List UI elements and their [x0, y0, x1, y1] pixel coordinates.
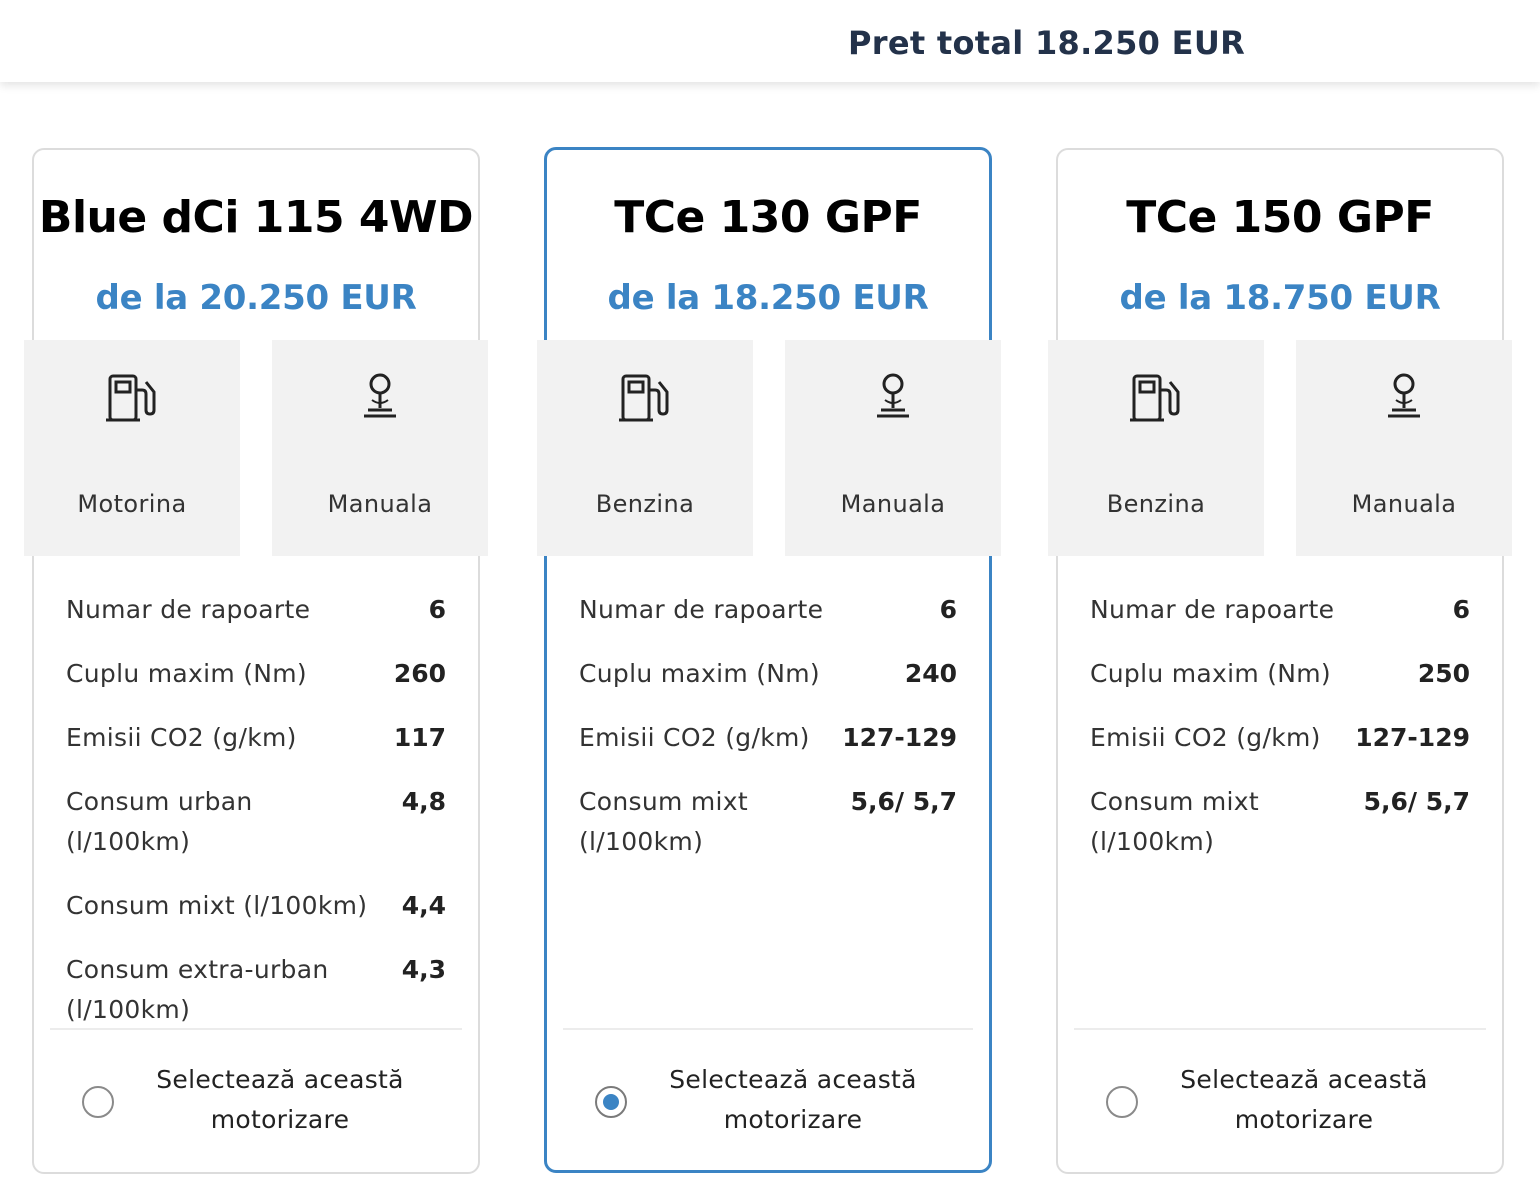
- spec-label: Numar de rapoarte: [1090, 595, 1335, 624]
- fuel-type-label: Motorina: [77, 490, 187, 518]
- spec-label: Emisii CO2 (g/km): [66, 723, 297, 752]
- spec-value: 4,4: [401, 891, 446, 920]
- spec-row: Numar de rapoarte 6: [579, 590, 957, 630]
- transmission-tile: Manuala: [272, 340, 488, 556]
- fuel-pump-icon: [619, 374, 669, 422]
- spec-row: Emisii CO2 (g/km) 117: [66, 718, 446, 758]
- divider: [563, 1028, 973, 1030]
- spec-row: Cuplu maxim (Nm) 260: [66, 654, 446, 694]
- spec-value: 260: [393, 659, 446, 688]
- spec-row: Emisii CO2 (g/km) 127-129: [579, 718, 957, 758]
- engine-title: TCe 150 GPF: [1126, 192, 1434, 243]
- spec-value: 5,6/ 5,7: [1363, 787, 1470, 816]
- transmission-tile: Manuala: [1296, 340, 1512, 556]
- spec-value: 4,3: [401, 955, 446, 984]
- fuel-type-label: Benzina: [595, 490, 695, 518]
- select-label[interactable]: Selectează această motorizare: [657, 1060, 929, 1140]
- fuel-pump-icon: [106, 374, 156, 422]
- spec-value: 127-129: [842, 723, 957, 752]
- spec-value: 6: [1452, 595, 1470, 624]
- spec-label: Consum mixt (l/100km): [1090, 787, 1259, 856]
- select-label[interactable]: Selectează această motorizare: [1168, 1060, 1440, 1140]
- spec-label: Cuplu maxim (Nm): [579, 659, 820, 688]
- gear-stick-icon: [877, 373, 909, 418]
- spec-label: Consum urban (l/100km): [66, 787, 253, 856]
- spec-value: 4,8: [401, 787, 446, 816]
- spec-row: Consum mixt (l/100km) 5,6/ 5,7: [1090, 782, 1470, 862]
- spec-row: Consum mixt (l/100km) 5,6/ 5,7: [579, 782, 957, 862]
- total-price: Pret total 18.250 EUR: [848, 24, 1246, 62]
- engine-title: TCe 130 GPF: [614, 192, 922, 243]
- spec-value: 117: [393, 723, 446, 752]
- spec-label: Consum mixt (l/100km): [66, 891, 368, 920]
- engine-price: de la 18.250 EUR: [607, 278, 929, 318]
- engine-card-3[interactable]: TCe 150 GPF de la 18.750 EUR Benzina Man…: [1048, 148, 1512, 1174]
- spec-row: Numar de rapoarte 6: [1090, 590, 1470, 630]
- spec-row: Numar de rapoarte 6: [66, 590, 446, 630]
- select-radio[interactable]: [82, 1086, 114, 1118]
- spec-value: 6: [939, 595, 957, 624]
- spec-row: Consum extra-urban (l/100km) 4,3: [66, 950, 446, 1030]
- select-radio[interactable]: [1106, 1086, 1138, 1118]
- spec-list: Numar de rapoarte 6 Cuplu maxim (Nm) 260 Emi…: [66, 590, 446, 1054]
- fuel-pump-icon: [1130, 374, 1180, 422]
- spec-list: Numar de rapoarte 6 Cuplu maxim (Nm) 240 Emi…: [579, 590, 957, 886]
- spec-label: Emisii CO2 (g/km): [1090, 723, 1321, 752]
- transmission-label: Manuala: [1351, 490, 1457, 518]
- spec-row: Consum urban (l/100km) 4,8: [66, 782, 446, 862]
- spec-row: Consum mixt (l/100km) 4,4: [66, 886, 446, 926]
- spec-value: 250: [1417, 659, 1470, 688]
- spec-label: Cuplu maxim (Nm): [1090, 659, 1331, 688]
- spec-label: Numar de rapoarte: [579, 595, 824, 624]
- spec-row: Cuplu maxim (Nm) 250: [1090, 654, 1470, 694]
- transmission-label: Manuala: [327, 490, 433, 518]
- fuel-type-tile: Benzina: [537, 340, 753, 556]
- gear-stick-icon: [1388, 373, 1420, 418]
- spec-label: Consum mixt (l/100km): [579, 787, 748, 856]
- divider: [1074, 1028, 1486, 1030]
- spec-value: 6: [428, 595, 446, 624]
- engine-card-2[interactable]: TCe 130 GPF de la 18.250 EUR Benzina Man…: [537, 147, 1001, 1173]
- select-label[interactable]: Selectează această motorizare: [144, 1060, 416, 1140]
- fuel-type-tile: Benzina: [1048, 340, 1264, 556]
- spec-row: Cuplu maxim (Nm) 240: [579, 654, 957, 694]
- select-radio[interactable]: [595, 1086, 627, 1118]
- spec-value: 127-129: [1355, 723, 1470, 752]
- spec-label: Cuplu maxim (Nm): [66, 659, 307, 688]
- spec-value: 240: [904, 659, 957, 688]
- fuel-type-tile: Motorina: [24, 340, 240, 556]
- engine-card-1[interactable]: Blue dCi 115 4WD de la 20.250 EUR Motori…: [24, 148, 488, 1174]
- top-bar: Pret total 18.250 EUR: [0, 0, 1540, 82]
- transmission-label: Manuala: [840, 490, 946, 518]
- spec-value: 5,6/ 5,7: [850, 787, 957, 816]
- spec-label: Consum extra-urban (l/100km): [66, 955, 329, 1024]
- spec-label: Emisii CO2 (g/km): [579, 723, 810, 752]
- engine-price: de la 18.750 EUR: [1119, 278, 1441, 318]
- fuel-type-label: Benzina: [1106, 490, 1206, 518]
- transmission-tile: Manuala: [785, 340, 1001, 556]
- spec-list: Numar de rapoarte 6 Cuplu maxim (Nm) 250 Emi…: [1090, 590, 1470, 886]
- spec-row: Emisii CO2 (g/km) 127-129: [1090, 718, 1470, 758]
- engine-price: de la 20.250 EUR: [95, 278, 417, 318]
- divider: [50, 1028, 462, 1030]
- spec-label: Numar de rapoarte: [66, 595, 311, 624]
- engine-title: Blue dCi 115 4WD: [38, 192, 474, 243]
- gear-stick-icon: [364, 373, 396, 418]
